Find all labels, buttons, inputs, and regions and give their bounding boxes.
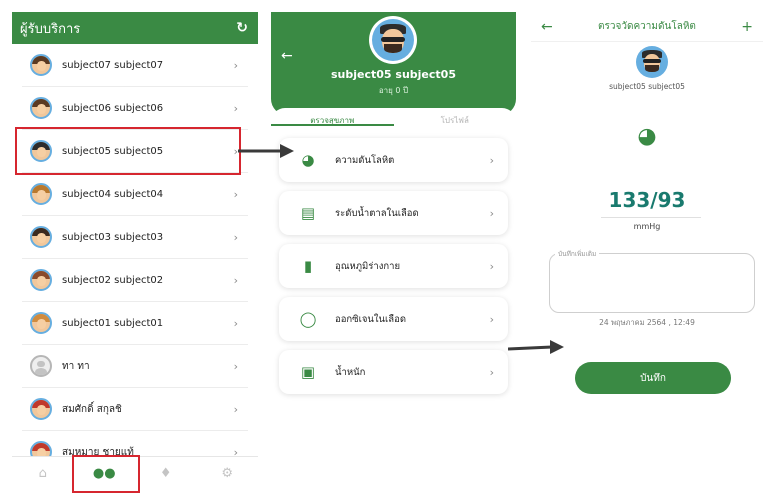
subject-name: subject06 subject06 bbox=[62, 102, 164, 114]
avatar bbox=[636, 46, 668, 78]
arrow-icon bbox=[508, 340, 564, 354]
gear-icon[interactable]: ⚙ bbox=[197, 457, 259, 490]
chevron-right-icon: › bbox=[233, 316, 238, 330]
menu-item-label: ความดันโลหิต bbox=[335, 154, 395, 166]
scale-icon: ▣ bbox=[300, 363, 316, 381]
back-arrow-icon[interactable]: ← bbox=[541, 19, 553, 35]
menu-item-label: ระดับน้ำตาลในเลือด bbox=[335, 207, 419, 219]
list-item[interactable]: subject06 subject06 › bbox=[22, 87, 248, 130]
subject-name: subject07 subject07 bbox=[62, 59, 164, 71]
subject-name: subject02 subject02 bbox=[62, 274, 164, 286]
chevron-right-icon: › bbox=[233, 58, 238, 72]
list-item[interactable]: ทา ทา › bbox=[22, 345, 248, 388]
subject-name: subject04 subject04 bbox=[62, 188, 164, 200]
profile-age: อายุ 0 ปี bbox=[378, 86, 409, 95]
avatar bbox=[30, 312, 52, 334]
arrow-icon bbox=[238, 144, 294, 158]
bell-icon[interactable]: ♦ bbox=[135, 457, 197, 490]
menu-item-label: ออกซิเจนในเลือด bbox=[335, 313, 406, 325]
subject-name: subject05 subject05 bbox=[609, 82, 685, 91]
chevron-right-icon: › bbox=[489, 365, 494, 379]
oxygen-icon: ◯ bbox=[299, 310, 317, 328]
bp-value: 133/93 bbox=[608, 188, 686, 212]
avatar bbox=[30, 183, 52, 205]
divider bbox=[601, 217, 701, 218]
blood-pressure-screen: ← ตรวจวัดความดันโลหิต + subject05 subjec… bbox=[531, 12, 763, 412]
health-menu-screen: ← subject05 subject05 อายุ 0 ปี ตรวจสุขภ… bbox=[271, 12, 516, 412]
list-item[interactable]: subject02 subject02 › bbox=[22, 259, 248, 302]
avatar bbox=[30, 398, 52, 420]
subject-name: subject01 subject01 bbox=[62, 317, 164, 329]
subject-name: subject03 subject03 bbox=[62, 231, 164, 243]
thermometer-icon: ▮ bbox=[303, 257, 313, 275]
blood-pressure-icon: ◕ bbox=[637, 124, 657, 149]
chevron-right-icon: › bbox=[489, 153, 494, 167]
profile-name: subject05 subject05 bbox=[331, 68, 456, 81]
menu-item-label: น้ำหนัก bbox=[335, 366, 366, 378]
chevron-right-icon: › bbox=[489, 312, 494, 326]
menu-item-oxygen[interactable]: ◯ ออกซิเจนในเลือด › bbox=[279, 297, 508, 341]
menu-item-label: อุณหภูมิร่างกาย bbox=[335, 260, 401, 272]
list-title: ผู้รับบริการ bbox=[20, 21, 81, 37]
chevron-right-icon: › bbox=[233, 187, 238, 201]
chevron-right-icon: › bbox=[233, 230, 238, 244]
selected-item-highlight bbox=[15, 127, 241, 175]
list-item[interactable]: สมศักดิ์ สกุลชิ › bbox=[22, 388, 248, 431]
chevron-right-icon: › bbox=[233, 402, 238, 416]
save-button[interactable]: บันทึก bbox=[575, 362, 731, 394]
list-item[interactable]: subject04 subject04 › bbox=[22, 173, 248, 216]
glucose-meter-icon: ▤ bbox=[300, 204, 316, 222]
subject-list: subject07 subject07 › subject06 subject0… bbox=[12, 44, 258, 474]
chevron-right-icon: › bbox=[233, 359, 238, 373]
menu-item-blood-pressure[interactable]: ◕ ความดันโลหิต › bbox=[279, 138, 508, 182]
health-menu: ◕ ความดันโลหิต › ▤ ระดับน้ำตาลในเลือด › … bbox=[279, 138, 508, 403]
avatar bbox=[30, 269, 52, 291]
menu-item-glucose[interactable]: ▤ ระดับน้ำตาลในเลือด › bbox=[279, 191, 508, 235]
avatar bbox=[369, 16, 417, 64]
subject-name: ทา ทา bbox=[62, 360, 90, 372]
note-label: บันทึกเพิ่มเติม bbox=[555, 249, 600, 259]
active-tab-highlight bbox=[72, 455, 140, 493]
chevron-right-icon: › bbox=[233, 101, 238, 115]
back-arrow-icon[interactable]: ← bbox=[281, 48, 293, 64]
list-header: ผู้รับบริการ ↻ bbox=[12, 12, 258, 44]
add-icon[interactable]: + bbox=[741, 19, 753, 35]
tab-health-check[interactable]: ตรวจสุขภาพ bbox=[271, 108, 394, 126]
chevron-right-icon: › bbox=[489, 259, 494, 273]
chevron-right-icon: › bbox=[489, 206, 494, 220]
top-nav: ← ตรวจวัดความดันโลหิต + bbox=[531, 12, 763, 42]
screenshot-stage: ผู้รับบริการ ↻ subject07 subject07 › sub… bbox=[0, 0, 763, 493]
measurement-date: 24 พฤษภาคม 2564 , 12:49 bbox=[599, 318, 695, 327]
menu-item-temperature[interactable]: ▮ อุณหภูมิร่างกาย › bbox=[279, 244, 508, 288]
subject-name: สมศักดิ์ สกุลชิ bbox=[62, 403, 122, 415]
home-icon[interactable]: ⌂ bbox=[12, 457, 74, 490]
list-item[interactable]: subject01 subject01 › bbox=[22, 302, 248, 345]
profile-header: ← subject05 subject05 อายุ 0 ปี ตรวจสุขภ… bbox=[271, 12, 516, 126]
list-item[interactable]: subject07 subject07 › bbox=[22, 44, 248, 87]
profile-tabs: ตรวจสุขภาพ โปรไฟล์ bbox=[271, 108, 516, 126]
chevron-right-icon: › bbox=[233, 273, 238, 287]
avatar bbox=[30, 97, 52, 119]
avatar bbox=[30, 355, 52, 377]
avatar bbox=[30, 54, 52, 76]
screen-title: ตรวจวัดความดันโลหิต bbox=[598, 21, 696, 32]
blood-pressure-icon: ◕ bbox=[301, 151, 315, 169]
bp-unit: mmHg bbox=[633, 222, 661, 231]
note-textarea[interactable] bbox=[549, 253, 755, 313]
subject-list-screen: ผู้รับบริการ ↻ subject07 subject07 › sub… bbox=[12, 12, 258, 490]
tab-profile[interactable]: โปรไฟล์ bbox=[394, 108, 517, 126]
refresh-icon[interactable]: ↻ bbox=[236, 20, 248, 36]
list-item[interactable]: subject03 subject03 › bbox=[22, 216, 248, 259]
avatar bbox=[30, 226, 52, 248]
menu-item-weight[interactable]: ▣ น้ำหนัก › bbox=[279, 350, 508, 394]
